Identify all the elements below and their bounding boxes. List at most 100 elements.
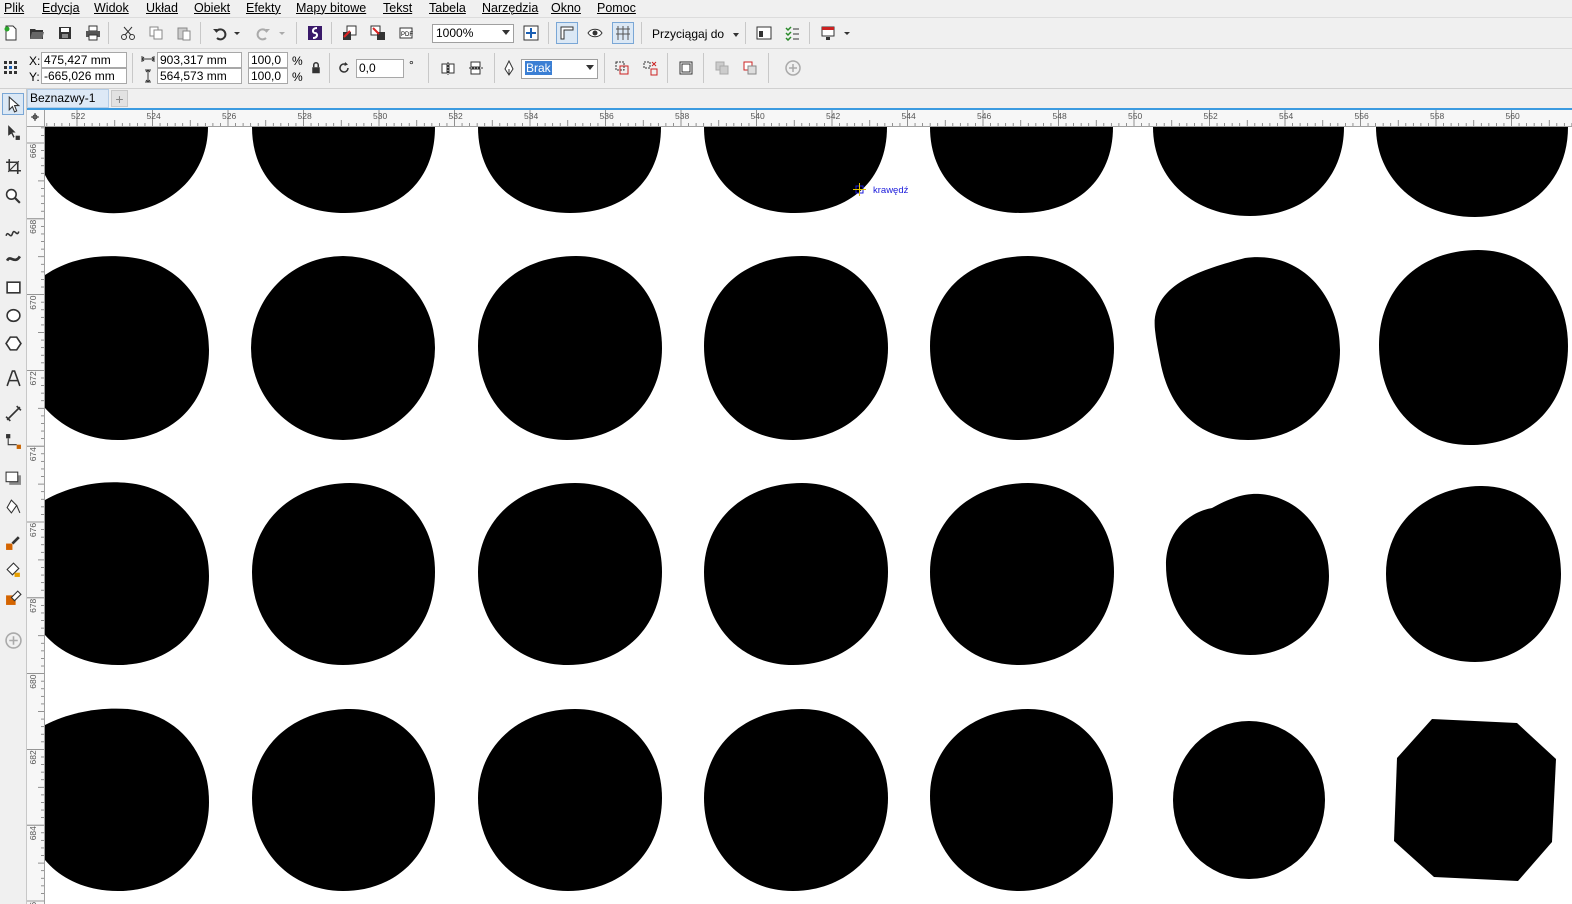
menu-object[interactable]: Obiekt bbox=[194, 1, 230, 15]
object-origin-button[interactable] bbox=[0, 57, 22, 79]
y-label: Y: bbox=[29, 70, 40, 84]
crop-tool[interactable] bbox=[2, 155, 24, 177]
shape-tool[interactable] bbox=[2, 121, 24, 143]
blob-shape bbox=[478, 709, 662, 891]
freehand-tool[interactable] bbox=[2, 220, 24, 242]
show-rulers-button[interactable] bbox=[556, 22, 578, 44]
scale-y-field[interactable]: 100,0 bbox=[248, 68, 288, 84]
width-field[interactable]: 903,317 mm bbox=[157, 52, 242, 68]
view-mode-button[interactable] bbox=[584, 22, 606, 44]
scale-x-field[interactable]: 100,0 bbox=[248, 52, 288, 68]
print-button[interactable] bbox=[82, 22, 104, 44]
paste-button[interactable] bbox=[173, 22, 195, 44]
menu-window[interactable]: Okno bbox=[551, 1, 581, 15]
zoom-level-value: 1000% bbox=[436, 26, 474, 40]
connector-tool[interactable] bbox=[2, 430, 24, 452]
ruler-origin[interactable] bbox=[27, 110, 45, 127]
zoom-level-select[interactable]: 1000% bbox=[432, 24, 514, 43]
x-position-field[interactable]: 475,427 mm bbox=[41, 52, 127, 68]
menu-table[interactable]: Tabela bbox=[429, 1, 466, 15]
quick-customize-button[interactable] bbox=[782, 57, 804, 79]
drawing-canvas[interactable] bbox=[45, 127, 1572, 904]
height-icon bbox=[142, 69, 154, 86]
ruler-label: 668 bbox=[28, 219, 38, 233]
horizontal-ruler[interactable]: 522 524 526 528 530 532 534 536 538 540 542 544 546 5… bbox=[45, 110, 1572, 127]
rectangle-tool[interactable] bbox=[2, 276, 24, 298]
search-content-button[interactable] bbox=[304, 22, 326, 44]
menu-bitmaps[interactable]: Mapy bitowe bbox=[296, 1, 366, 15]
rotation-field[interactable]: 0,0 bbox=[356, 59, 404, 78]
interactive-fill-tool[interactable] bbox=[2, 558, 24, 580]
pick-tool[interactable] bbox=[2, 93, 24, 115]
height-field[interactable]: 564,573 mm bbox=[157, 68, 242, 84]
polygon-tool[interactable] bbox=[2, 332, 24, 354]
blob-shape bbox=[1154, 257, 1340, 440]
menu-file[interactable]: Plik bbox=[4, 1, 24, 15]
document-tab[interactable]: Beznazwy-1 bbox=[27, 89, 109, 108]
undo-button[interactable] bbox=[209, 22, 231, 44]
y-position-field[interactable]: -665,026 mm bbox=[41, 68, 127, 84]
break-apart-button[interactable] bbox=[639, 57, 661, 79]
separator bbox=[132, 53, 133, 83]
text-tool[interactable] bbox=[2, 367, 24, 389]
weld-button[interactable] bbox=[711, 57, 733, 79]
ruler-label: 544 bbox=[902, 111, 916, 121]
menu-edit[interactable]: Edycja bbox=[42, 1, 80, 15]
menu-help[interactable]: Pomoc bbox=[597, 1, 636, 15]
zoom-to-page-button[interactable] bbox=[520, 22, 542, 44]
cut-button[interactable] bbox=[117, 22, 139, 44]
eyedropper-tool[interactable] bbox=[2, 531, 24, 553]
blob-shape bbox=[45, 127, 208, 214]
convert-to-curves-button[interactable] bbox=[675, 57, 697, 79]
launcher-dropdown-button[interactable] bbox=[841, 22, 853, 44]
vertical-ruler[interactable]: 666668670672674676678680682684686 bbox=[27, 127, 45, 904]
blob-shape bbox=[930, 127, 1113, 213]
menu-tools[interactable]: Narzędzia bbox=[482, 1, 538, 15]
welcome-screen-button[interactable] bbox=[753, 22, 775, 44]
lock-ratio-button[interactable] bbox=[305, 57, 327, 79]
redo-button[interactable] bbox=[252, 22, 274, 44]
outline-width-select[interactable]: Brak bbox=[521, 59, 598, 79]
application-launcher-button[interactable] bbox=[817, 22, 839, 44]
mirror-vertical-button[interactable] bbox=[465, 57, 487, 79]
save-button[interactable] bbox=[54, 22, 76, 44]
mirror-horizontal-button[interactable] bbox=[437, 57, 459, 79]
publish-pdf-button[interactable]: PDF bbox=[395, 22, 417, 44]
redo-list-button[interactable] bbox=[276, 22, 288, 44]
menu-effects[interactable]: Efekty bbox=[246, 1, 281, 15]
options-button[interactable] bbox=[781, 22, 803, 44]
parallel-dimension-tool[interactable] bbox=[2, 402, 24, 424]
new-document-button[interactable] bbox=[0, 22, 22, 44]
blob-shape bbox=[704, 256, 888, 440]
zoom-tool[interactable] bbox=[2, 185, 24, 207]
open-button[interactable] bbox=[26, 22, 48, 44]
checklist-icon bbox=[785, 26, 799, 41]
trim-button[interactable] bbox=[739, 57, 761, 79]
artistic-media-tool[interactable] bbox=[2, 247, 24, 269]
menu-view[interactable]: Widok bbox=[94, 1, 129, 15]
combine-button[interactable] bbox=[611, 57, 633, 79]
ruler-label: 670 bbox=[28, 295, 38, 309]
smart-fill-tool[interactable] bbox=[2, 586, 24, 608]
undo-list-button[interactable] bbox=[231, 22, 243, 44]
paste-icon bbox=[177, 27, 191, 41]
x-label: X: bbox=[29, 54, 41, 68]
transparency-tool[interactable] bbox=[2, 495, 24, 517]
menu-text[interactable]: Tekst bbox=[383, 1, 412, 15]
drop-shadow-tool[interactable] bbox=[2, 467, 24, 489]
new-tab-button[interactable]: + bbox=[111, 90, 128, 107]
percent-label: % bbox=[292, 54, 303, 68]
outline-pen-icon bbox=[502, 59, 516, 79]
show-grid-button[interactable] bbox=[612, 22, 634, 44]
copy-button[interactable] bbox=[145, 22, 167, 44]
pdf-icon: PDF bbox=[399, 27, 413, 39]
separator bbox=[809, 22, 810, 44]
menu-layout[interactable]: Układ bbox=[146, 1, 178, 15]
ruler-label: 554 bbox=[1279, 111, 1293, 121]
add-tool-button[interactable] bbox=[2, 629, 24, 651]
chevron-down-icon bbox=[733, 32, 740, 37]
import-button[interactable] bbox=[339, 22, 361, 44]
snap-to-dropdown[interactable]: Przyciągaj do bbox=[652, 27, 740, 41]
ellipse-tool[interactable] bbox=[2, 304, 24, 326]
export-button[interactable] bbox=[367, 22, 389, 44]
